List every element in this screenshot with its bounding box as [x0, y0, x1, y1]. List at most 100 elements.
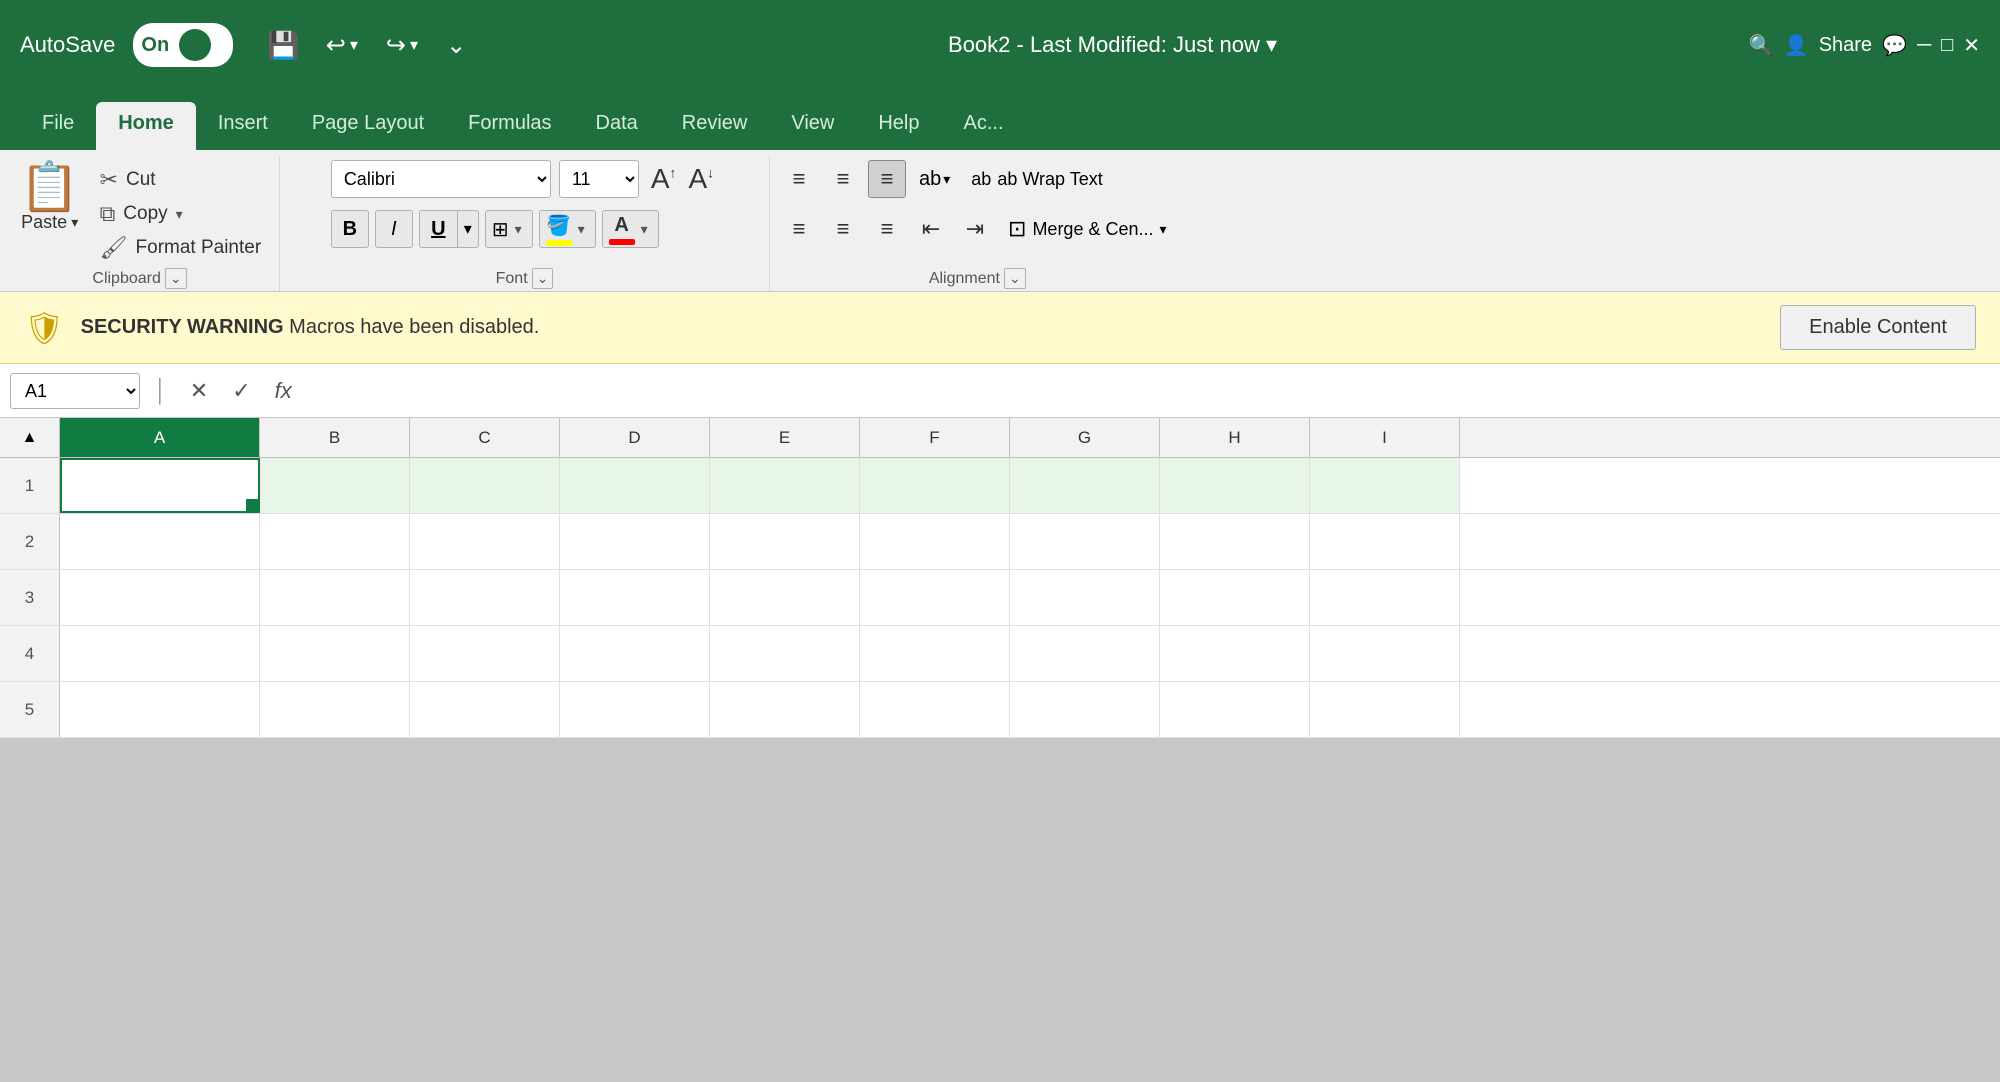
row-num-4[interactable]: 4 [0, 626, 60, 681]
cell-c2[interactable] [410, 514, 560, 569]
cell-h1[interactable] [1160, 458, 1310, 513]
close-btn[interactable]: ✕ [1963, 33, 1980, 58]
cell-f3[interactable] [860, 570, 1010, 625]
cell-a4[interactable] [60, 626, 260, 681]
increase-indent-btn[interactable]: ⇥ [956, 210, 994, 248]
cell-g3[interactable] [1010, 570, 1160, 625]
tab-view[interactable]: View [769, 102, 856, 150]
fill-handle[interactable] [246, 499, 258, 511]
cell-c5[interactable] [410, 682, 560, 737]
cell-a3[interactable] [60, 570, 260, 625]
cell-a2[interactable] [60, 514, 260, 569]
tab-acrobat[interactable]: Ac... [942, 102, 1026, 150]
cell-b5[interactable] [260, 682, 410, 737]
tab-page-layout[interactable]: Page Layout [290, 102, 446, 150]
user-icon[interactable]: 👤 [1784, 33, 1809, 58]
cell-b1[interactable] [260, 458, 410, 513]
tab-file[interactable]: File [20, 102, 96, 150]
col-header-i[interactable]: I [1310, 418, 1460, 457]
cell-f2[interactable] [860, 514, 1010, 569]
tab-home[interactable]: Home [96, 102, 196, 150]
minimize-btn[interactable]: ─ [1917, 34, 1931, 57]
cell-b2[interactable] [260, 514, 410, 569]
clipboard-expand-btn[interactable]: ⌄ [165, 268, 187, 289]
cell-g5[interactable] [1010, 682, 1160, 737]
insert-function-btn[interactable]: fx [267, 374, 300, 408]
cell-e3[interactable] [710, 570, 860, 625]
cell-f5[interactable] [860, 682, 1010, 737]
copy-button[interactable]: ⧉ Copy ▾ [94, 198, 268, 230]
save-icon[interactable]: 💾 [259, 26, 307, 65]
paste-dropdown-arrow[interactable]: ▾ [71, 214, 78, 231]
merge-center-btn[interactable]: ⊡ Merge & Cen... ▾ [1000, 212, 1175, 246]
col-header-f[interactable]: F [860, 418, 1010, 457]
cell-f1[interactable] [860, 458, 1010, 513]
tab-insert[interactable]: Insert [196, 102, 290, 150]
cell-h3[interactable] [1160, 570, 1310, 625]
bold-button[interactable]: B [331, 210, 369, 248]
cell-d5[interactable] [560, 682, 710, 737]
borders-dropdown[interactable]: ▾ [511, 221, 526, 238]
cell-i1[interactable] [1310, 458, 1460, 513]
fill-color-dropdown[interactable]: ▾ [574, 221, 589, 238]
cell-i4[interactable] [1310, 626, 1460, 681]
cell-h5[interactable] [1160, 682, 1310, 737]
align-bottom-btn[interactable]: ≡ [868, 160, 906, 198]
font-expand-btn[interactable]: ⌄ [532, 268, 554, 289]
cell-g1[interactable] [1010, 458, 1160, 513]
merge-dropdown[interactable]: ▾ [1160, 221, 1167, 238]
col-header-h[interactable]: H [1160, 418, 1310, 457]
tab-help[interactable]: Help [856, 102, 941, 150]
cell-c3[interactable] [410, 570, 560, 625]
orientation-btn[interactable]: ab ▾ [912, 160, 957, 198]
cell-e2[interactable] [710, 514, 860, 569]
tab-review[interactable]: Review [660, 102, 770, 150]
formula-input[interactable] [308, 373, 1990, 409]
share-btn[interactable]: Share [1819, 34, 1872, 57]
col-header-a[interactable]: A [60, 418, 260, 457]
cell-g2[interactable] [1010, 514, 1160, 569]
paste-button[interactable]: 📋 Paste ▾ [12, 160, 88, 237]
customize-btn[interactable]: ⌄ [436, 29, 476, 62]
wrap-text-btn[interactable]: ab ab Wrap Text [963, 165, 1110, 194]
col-header-d[interactable]: D [560, 418, 710, 457]
row-num-corner[interactable]: ▲ [0, 418, 60, 457]
row-num-2[interactable]: 2 [0, 514, 60, 569]
font-color-button[interactable]: A ▾ [602, 210, 659, 248]
font-color-dropdown[interactable]: ▾ [637, 221, 652, 238]
cell-i5[interactable] [1310, 682, 1460, 737]
align-left-btn[interactable]: ≡ [780, 210, 818, 248]
copy-dropdown-arrow[interactable]: ▾ [176, 206, 183, 223]
autosave-toggle[interactable]: On [133, 23, 233, 67]
cell-h2[interactable] [1160, 514, 1310, 569]
tab-data[interactable]: Data [574, 102, 660, 150]
underline-dropdown[interactable]: ▾ [457, 210, 479, 248]
cell-c1[interactable] [410, 458, 560, 513]
redo-btn[interactable]: ↪ ▾ [376, 29, 428, 62]
font-size-select[interactable]: 11 8 10 12 14 [559, 160, 639, 198]
orientation-dropdown[interactable]: ▾ [943, 171, 950, 188]
font-family-select[interactable]: Calibri Arial Times New Roman [331, 160, 551, 198]
italic-button[interactable]: I [375, 210, 413, 248]
enable-content-button[interactable]: Enable Content [1780, 305, 1976, 350]
cell-b3[interactable] [260, 570, 410, 625]
cell-c4[interactable] [410, 626, 560, 681]
alignment-expand-btn[interactable]: ⌄ [1004, 268, 1026, 289]
cell-i3[interactable] [1310, 570, 1460, 625]
row-num-1[interactable]: 1 [0, 458, 60, 513]
cell-h4[interactable] [1160, 626, 1310, 681]
cell-e4[interactable] [710, 626, 860, 681]
borders-button[interactable]: ⊞ ▾ [485, 210, 533, 248]
cell-d4[interactable] [560, 626, 710, 681]
cell-d3[interactable] [560, 570, 710, 625]
cell-a1[interactable] [60, 458, 260, 513]
comments-btn[interactable]: 💬 [1882, 33, 1907, 58]
cell-g4[interactable] [1010, 626, 1160, 681]
align-top-btn[interactable]: ≡ [780, 160, 818, 198]
cell-e5[interactable] [710, 682, 860, 737]
underline-button[interactable]: U [419, 210, 457, 248]
cell-d2[interactable] [560, 514, 710, 569]
cell-a5[interactable] [60, 682, 260, 737]
col-header-e[interactable]: E [710, 418, 860, 457]
row-num-5[interactable]: 5 [0, 682, 60, 737]
